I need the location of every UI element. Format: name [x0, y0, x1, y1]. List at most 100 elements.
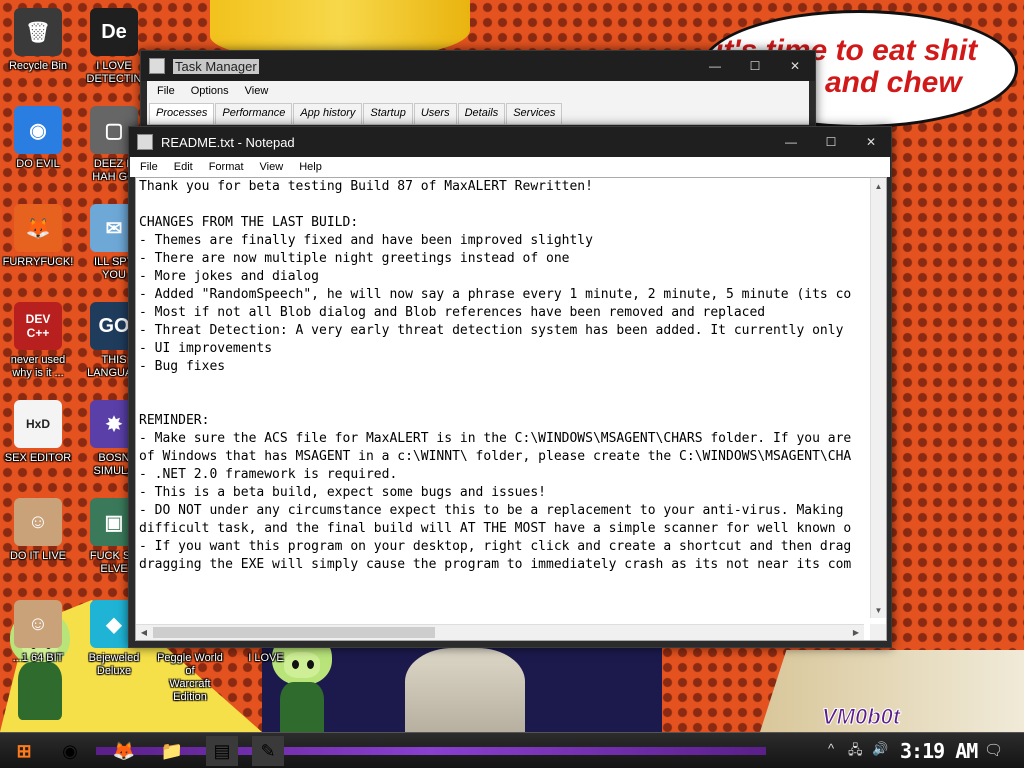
tab-processes[interactable]: Processes [149, 103, 215, 124]
text-line: - This is a beta build, expect some bugs… [139, 485, 546, 500]
text-line: dragging the EXE will simply cause the p… [139, 557, 852, 572]
start-button[interactable]: ⊞ [8, 736, 40, 766]
taskbar-chrome-icon[interactable]: ◉ [54, 736, 86, 766]
text-line: - Bug fixes [139, 359, 226, 374]
tab-details[interactable]: Details [457, 103, 506, 124]
text-line [139, 394, 864, 412]
notepad-menubar: File Edit Format View Help [130, 157, 890, 177]
minimize-button[interactable]: — [771, 127, 811, 157]
recycle-bin-icon: 🗑 [14, 8, 62, 56]
desktop-shortcut[interactable]: HxD SEX EDITOR [0, 400, 76, 465]
text-line: - DO NOT under any circumstance expect t… [139, 503, 844, 518]
wallpaper-watermark: VM0b0t [821, 704, 901, 730]
scroll-right-icon[interactable]: ▶ [848, 628, 864, 637]
tray-overflow-icon[interactable]: ^ [828, 741, 834, 756]
horizontal-scroll-thumb[interactable] [153, 627, 435, 638]
desktop-shortcut-label: Recycle Bin [8, 60, 68, 72]
tab-services[interactable]: Services [506, 103, 563, 124]
desktop-shortcut[interactable]: DEV C++ never used why is it ... [0, 302, 76, 380]
tab-app-history[interactable]: App history [293, 103, 363, 124]
wallpaper-figure [405, 648, 525, 732]
firefox-desktop-icon: 🦊 [14, 204, 62, 252]
text-line: Thank you for beta testing Build 87 of M… [139, 179, 593, 194]
text-line [139, 376, 864, 394]
maximize-button[interactable]: ☐ [811, 127, 851, 157]
volume-icon[interactable]: 🔊 [872, 741, 888, 757]
desktop-shortcut-label: DO EVIL [16, 158, 60, 170]
text-line: - If you want this program on your deskt… [139, 539, 852, 554]
vertical-scrollbar[interactable]: ▲ ▼ [870, 178, 886, 618]
task-manager-tabs: Processes Performance App history Startu… [147, 101, 809, 125]
text-line: - Make sure the ACS file for MaxALERT is… [139, 431, 852, 446]
desktop-shortcut[interactable]: ◉ DO EVIL [0, 106, 76, 171]
close-button[interactable]: ✕ [851, 127, 891, 157]
taskbar-file-explorer-icon[interactable]: 📁 [156, 736, 188, 766]
notepad-titlebar[interactable]: README.txt - Notepad — ☐ ✕ [129, 127, 891, 157]
scroll-up-icon[interactable]: ▲ [871, 178, 886, 194]
portrait-icon: ☺ [14, 600, 62, 648]
chrome-desktop-icon: ◉ [14, 106, 62, 154]
tab-performance[interactable]: Performance [215, 103, 293, 124]
notepad-editor-frame: Thank you for beta testing Build 87 of M… [135, 177, 887, 641]
notepad-title: README.txt - Notepad [161, 134, 295, 150]
close-button[interactable]: ✕ [775, 51, 815, 81]
taskbar-firefox-icon[interactable]: 🦊 [108, 736, 140, 766]
text-line: of Windows that has MSAGENT in a c:\WINN… [139, 449, 852, 464]
notepad-text-area[interactable]: Thank you for beta testing Build 87 of M… [136, 178, 864, 618]
text-line: - Themes are finally fixed and have been… [139, 233, 593, 248]
hex-editor-icon: HxD [14, 400, 62, 448]
scroll-left-icon[interactable]: ◀ [136, 628, 152, 637]
menu-view[interactable]: View [237, 85, 277, 97]
scroll-down-icon[interactable]: ▼ [871, 602, 886, 618]
dev-cpp-icon: DEV C++ [14, 302, 62, 350]
detective-icon: De [90, 8, 138, 56]
desktop-shortcut-label: FURRYFUCK! [2, 256, 74, 268]
menu-help[interactable]: Help [291, 161, 330, 173]
desktop-shortcut-label: never used why is it ... [10, 354, 66, 379]
notifications-icon[interactable]: 🗨 [984, 741, 1003, 759]
text-line: difficult task, and the final build will… [139, 521, 852, 536]
text-line [139, 196, 864, 214]
portrait-icon: ☺ [14, 498, 62, 546]
taskbar-clock[interactable]: 3:19 AM [900, 739, 978, 763]
desktop-shortcut-label: I LOVE [248, 652, 284, 664]
menu-file[interactable]: File [149, 85, 183, 97]
task-manager-menubar: File Options View [147, 81, 809, 101]
menu-edit[interactable]: Edit [166, 161, 201, 173]
menu-format[interactable]: Format [201, 161, 252, 173]
scroll-corner [870, 624, 886, 640]
notepad-window[interactable]: README.txt - Notepad — ☐ ✕ File Edit For… [128, 126, 892, 648]
text-line: - Most if not all Blob dialog and Blob r… [139, 305, 766, 320]
task-manager-title: Task Manager [173, 58, 259, 74]
tab-users[interactable]: Users [413, 103, 457, 124]
text-line: - Threat Detection: A very early threat … [139, 323, 844, 338]
desktop-shortcut[interactable]: 🗑 Recycle Bin [0, 8, 76, 73]
desktop-shortcut[interactable]: ☺ DO IT LIVE [0, 498, 76, 563]
taskbar-task-manager-icon[interactable]: ▤ [206, 736, 238, 766]
desktop-shortcut-label: SEX EDITOR [4, 452, 72, 464]
desktop-shortcut-label: ...1 64 BIT [12, 652, 64, 664]
tab-startup[interactable]: Startup [363, 103, 413, 124]
text-line: REMINDER: [139, 413, 210, 428]
desktop-shortcut[interactable]: ☺ ...1 64 BIT [0, 600, 76, 665]
desktop-shortcut-label: DO IT LIVE [9, 550, 67, 562]
taskbar-notepad-icon[interactable]: ✎ [252, 736, 284, 766]
minimize-button[interactable]: — [695, 51, 735, 81]
taskbar-decoration [96, 747, 766, 755]
menu-file[interactable]: File [132, 161, 166, 173]
desktop-shortcut[interactable]: 🦊 FURRYFUCK! [0, 204, 76, 269]
desktop-shortcut-label: Bejeweled Deluxe [88, 652, 140, 677]
text-line: - UI improvements [139, 341, 273, 356]
text-line: CHANGES FROM THE LAST BUILD: [139, 215, 359, 230]
notepad-icon [137, 134, 153, 150]
text-line: - .NET 2.0 framework is required. [139, 467, 398, 482]
horizontal-scrollbar[interactable]: ◀ ▶ [136, 624, 864, 640]
task-manager-titlebar[interactable]: Task Manager — ☐ ✕ [141, 51, 815, 81]
menu-options[interactable]: Options [183, 85, 237, 97]
text-line: - More jokes and dialog [139, 269, 320, 284]
task-manager-icon [149, 58, 165, 74]
menu-view[interactable]: View [252, 161, 292, 173]
maximize-button[interactable]: ☐ [735, 51, 775, 81]
desktop-shortcut-label: Peggle World of Warcraft Edition [157, 652, 223, 703]
network-icon[interactable]: 🖧 [848, 741, 863, 763]
